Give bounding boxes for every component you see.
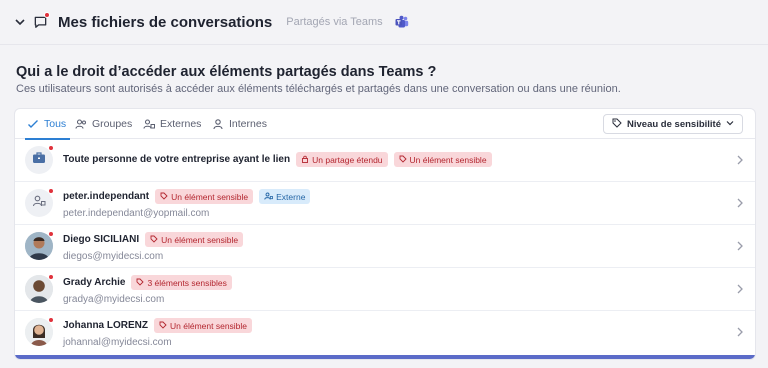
badge-sensitive: 3 éléments sensibles [131,275,232,290]
row-name: Diego SICILIANI [63,234,140,245]
row-name: Toute personne de votre entreprise ayant… [63,154,291,165]
group-icon [75,118,87,130]
notification-dot [48,274,54,280]
briefcase-icon [32,151,46,169]
sensitivity-filter-label: Niveau de sensibilité [627,118,721,130]
list-item[interactable]: Toute personne de votre entreprise ayant… [15,139,755,182]
row-email: johannal@myidecsi.com [63,337,172,348]
chat-icon [32,12,50,30]
tag-icon [612,118,622,131]
avatar [25,231,54,260]
badge-text: Externe [276,191,306,202]
tag-icon [150,235,158,245]
header-divider [0,44,768,45]
badge-sensitive: Un élément sensible [393,152,492,167]
user-icon [212,118,224,130]
teams-icon [395,15,409,29]
row-content: Toute personne de votre entreprise ayant… [63,152,492,167]
tab-groupes[interactable]: Groupes [75,109,132,139]
row-content: peter.independant Un élément sensible Ex… [63,189,311,204]
lock-icon [301,155,309,165]
notification-dot [48,231,54,237]
notification-dot [48,317,54,323]
chevron-right-icon[interactable] [737,284,745,294]
section-description: Ces utilisateurs sont autorisés à accéde… [16,83,621,95]
tag-icon [399,155,407,165]
page-title: Mes fichiers de conversations [58,13,273,31]
badge-text: 3 éléments sensibles [147,277,227,288]
page-subtitle: Partagés via Teams [286,16,383,28]
section-header: Mes fichiers de conversations Partagés v… [14,10,409,34]
tab-bar: Tous Groupes Externes Internes Niveau de… [15,109,755,140]
panel-bottom-bar [15,355,755,359]
row-content: Diego SICILIANI Un élément sensible [63,232,244,247]
badge-external: Externe [259,189,311,204]
chevron-right-icon[interactable] [737,241,745,251]
sensitivity-filter-button[interactable]: Niveau de sensibilité [603,114,743,134]
list-item[interactable]: Diego SICILIANI Un élément sensible dieg… [15,225,755,268]
row-name: Grady Archie [63,277,126,288]
tab-label: Tous [44,118,67,130]
tab-externes[interactable]: Externes [143,109,201,139]
permissions-panel: Tous Groupes Externes Internes Niveau de… [14,108,756,360]
badge-text: Un élément sensible [409,154,487,165]
avatar [25,274,54,303]
tag-icon [136,278,145,288]
section-question: Qui a le droit d’accéder aux éléments pa… [16,64,437,80]
chevron-right-icon[interactable] [737,327,745,337]
external-user-icon [32,194,46,213]
row-name: peter.independant [63,191,150,202]
badge-text: Un partage étendu [312,154,383,165]
chevron-down-icon [726,119,734,130]
check-people-icon [27,118,39,130]
badge-sensitive: Un élément sensible [145,232,244,247]
avatar [25,188,54,217]
list-item[interactable]: Grady Archie 3 éléments sensibles gradya… [15,268,755,311]
badge-text: Un élément sensible [170,320,248,331]
tab-label: Externes [160,118,202,130]
tab-tous[interactable]: Tous [24,109,71,140]
avatar [25,317,54,346]
row-name: Johanna LORENZ [63,320,149,331]
row-email: diegos@myidecsi.com [63,251,164,262]
row-email: gradya@myidecsi.com [63,294,165,305]
tag-icon [160,192,168,202]
notification-dot [48,188,54,194]
tab-label: Groupes [92,118,133,130]
row-email: peter.independant@yopmail.com [63,208,210,219]
row-content: Johanna LORENZ Un élément sensible [63,318,253,333]
list-item[interactable]: Johanna LORENZ Un élément sensible johan… [15,311,755,354]
chevron-right-icon[interactable] [737,198,745,208]
tab-label: Internes [229,118,267,130]
badge-text: Un élément sensible [161,234,239,245]
list-item[interactable]: peter.independant Un élément sensible Ex… [15,182,755,225]
avatar [25,145,54,174]
badge-sensitive: Un élément sensible [154,318,253,333]
badge-sensitive: Un élément sensible [155,189,254,204]
notification-dot [48,145,54,151]
notification-dot [44,12,50,18]
chevron-down-icon[interactable] [14,16,26,28]
external-user-icon [143,118,155,130]
external-user-icon [264,192,274,202]
chevron-right-icon[interactable] [737,155,745,165]
badge-shared: Un partage étendu [296,152,388,167]
badge-text: Un élément sensible [171,191,249,202]
tag-icon [159,321,167,331]
row-content: Grady Archie 3 éléments sensibles [63,275,232,290]
tab-internes[interactable]: Internes [212,109,267,139]
